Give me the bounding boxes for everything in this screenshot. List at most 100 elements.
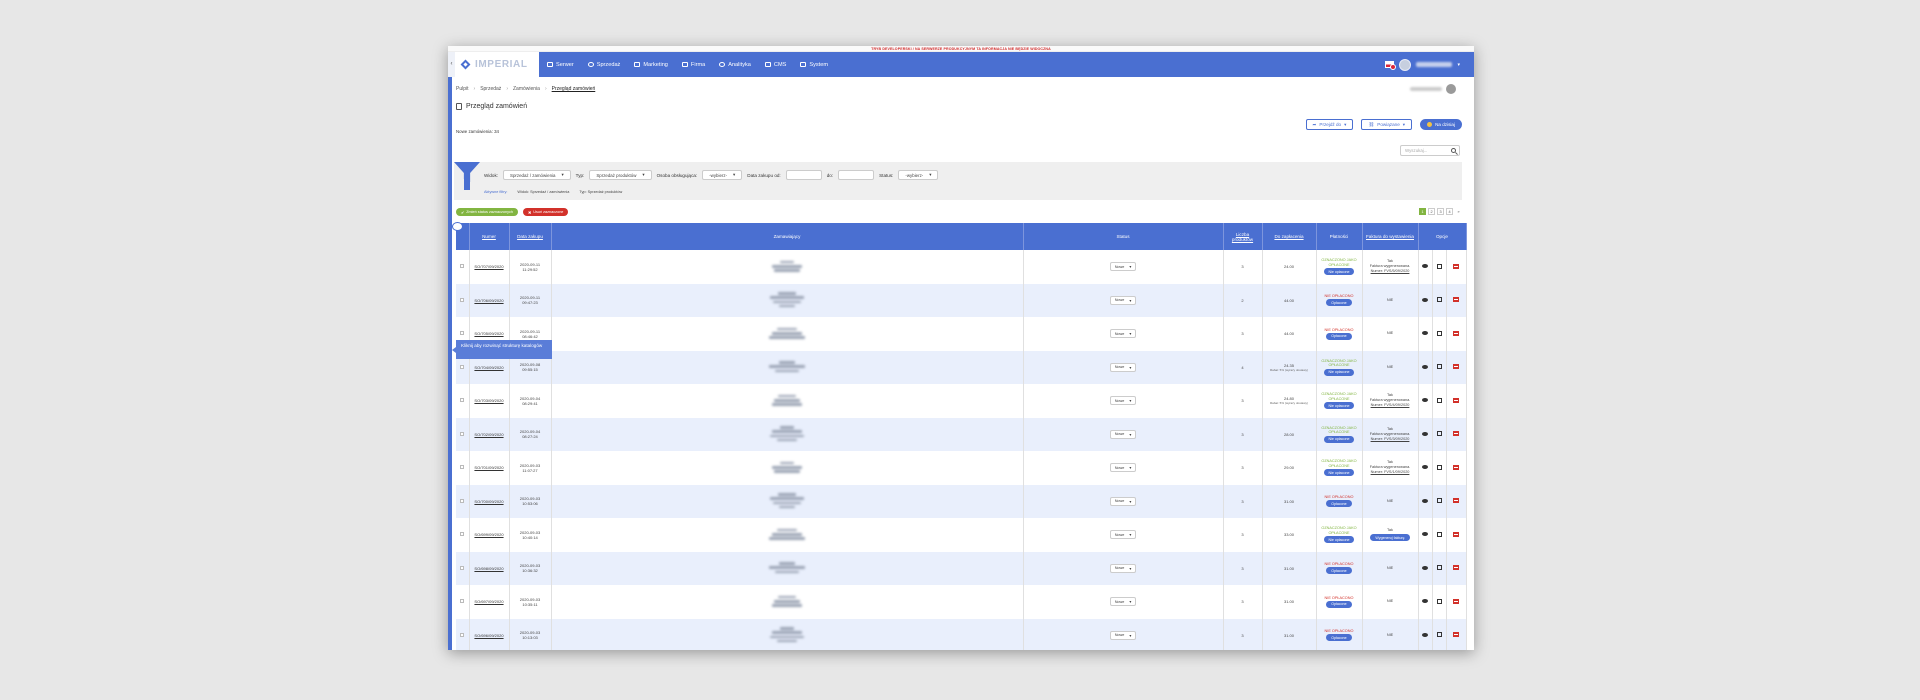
edit-icon[interactable] [1436,464,1442,470]
payment-toggle-button[interactable]: Nie opłacone [1323,268,1355,276]
order-number-link[interactable]: SO/706/09/2020 [474,298,503,303]
table-row[interactable]: SO/702/09/2020 2020-09-04 08:27:24 Nowe ▾ 3 28… [456,417,1467,451]
delete-selected-button[interactable]: ✖ Usuń zaznaczone [523,208,569,216]
edit-icon[interactable] [1436,330,1442,336]
delete-icon[interactable] [1453,297,1459,303]
payment-toggle-button[interactable]: Nie opłacone [1323,402,1355,410]
change-status-button[interactable]: ✔ Zmień status zaznaczonych [456,208,519,216]
table-row[interactable]: SO/699/09/2020 2020-09-03 10:40:14 Nowe ▾ 3 33… [456,518,1467,552]
row-checkbox[interactable] [460,331,465,336]
table-row[interactable]: SO/696/09/2020 2020-09-03 10:13:03 Nowe ▾ 3 31… [456,618,1467,650]
edit-icon[interactable] [1436,632,1442,638]
nav-item-marketing[interactable]: Marketing [627,52,675,77]
delete-icon[interactable] [1453,565,1459,571]
row-checkbox[interactable] [460,431,465,436]
table-row[interactable]: SO/700/09/2020 2020-09-03 10:53:06 Nowe ▾ 3 31… [456,484,1467,518]
breadcrumb-item[interactable]: Sprzedaż [480,86,501,92]
eye-icon[interactable] [1422,599,1428,604]
order-number-link[interactable]: SO/697/09/2020 [474,599,503,604]
status-select[interactable]: Nowe ▾ [1109,262,1137,272]
table-row[interactable]: SO/697/09/2020 2020-09-03 10:35:11 Nowe ▾ 3 31… [456,585,1467,619]
order-number-link[interactable]: SO/703/09/2020 [474,398,503,403]
invoice-number-link[interactable]: Numer: FVS/5/09/2020 [1365,269,1416,274]
payment-toggle-button[interactable]: Opłacone [1326,634,1352,642]
eye-icon[interactable] [1422,431,1428,436]
nav-item-sprzeda-[interactable]: Sprzedaż [581,52,628,77]
row-checkbox[interactable] [460,297,465,302]
eye-icon[interactable] [1422,264,1428,269]
order-number-link[interactable]: SO/702/09/2020 [474,432,503,437]
table-row[interactable]: SO/703/09/2020 2020-09-04 08:29:41 Nowe ▾ 3 24… [456,384,1467,418]
row-checkbox[interactable] [460,364,465,369]
status-select[interactable]: Nowe ▾ [1109,463,1137,473]
next-page-button[interactable]: » [1455,208,1462,215]
row-checkbox[interactable] [460,599,465,604]
row-checkbox[interactable] [460,264,465,269]
delete-icon[interactable] [1453,531,1459,537]
payment-toggle-button[interactable]: Opłacone [1326,600,1352,608]
delete-icon[interactable] [1453,498,1459,504]
payment-toggle-button[interactable]: Opłacone [1326,299,1352,307]
date-to-input[interactable] [838,170,875,180]
row-checkbox[interactable] [460,532,465,537]
header-to-pay[interactable]: Do zapłacenia [1262,223,1317,250]
order-number-link[interactable]: SO/698/09/2020 [474,566,503,571]
delete-icon[interactable] [1453,464,1459,470]
order-number-link[interactable]: SO/701/09/2020 [474,465,503,470]
search-icon[interactable] [1451,148,1456,153]
order-number-link[interactable]: SO/707/09/2020 [474,264,503,269]
row-checkbox[interactable] [460,498,465,503]
invoice-number-link[interactable]: Numer: FVS/3/09/2020 [1365,437,1416,442]
user-name-blurred[interactable] [1416,62,1453,67]
status-select[interactable]: Nowe ▾ [1109,295,1137,305]
edit-icon[interactable] [1436,498,1442,504]
delete-icon[interactable] [1453,397,1459,403]
edit-icon[interactable] [1436,297,1442,303]
page-button[interactable]: 3 [1437,208,1444,215]
logo[interactable]: IMPERIAL [455,52,539,77]
eye-icon[interactable] [1422,498,1428,503]
eye-icon[interactable] [1422,297,1428,302]
page-button[interactable]: 2 [1428,208,1435,215]
date-from-input[interactable] [785,170,822,180]
page-button[interactable]: 1 [1419,208,1426,215]
row-checkbox[interactable] [460,632,465,637]
status-filter-select[interactable]: -wybierz- ▾ [898,170,939,180]
eye-icon[interactable] [1422,364,1428,369]
row-checkbox[interactable] [460,565,465,570]
payment-toggle-button[interactable]: Nie opłacone [1323,469,1355,477]
payment-toggle-button[interactable]: Opłacone [1326,567,1352,575]
related-button[interactable]: ⛓ Powiązane ▾ [1361,119,1413,130]
status-select[interactable]: Nowe ▾ [1109,563,1137,573]
nav-item-cms[interactable]: CMS [758,52,793,77]
header-date[interactable]: Data zakupu [509,223,552,250]
payment-toggle-button[interactable]: Opłacone [1326,332,1352,340]
table-row[interactable]: SO/704/09/2020 2020-09-08 09:55:15 Nowe ▾ 4 24… [456,350,1467,384]
nav-item-serwer[interactable]: Serwer [540,52,581,77]
delete-icon[interactable] [1453,598,1459,604]
nav-item-analityka[interactable]: Analityka [712,52,758,77]
generate-invoice-button[interactable]: Wygeneruj fakturę [1370,534,1410,542]
chevron-down-icon[interactable]: ▾ [1457,62,1460,68]
edit-icon[interactable] [1436,263,1442,269]
status-select[interactable]: Nowe ▾ [1109,530,1137,540]
header-products[interactable]: Liczba produktów [1223,223,1263,250]
order-number-link[interactable]: SO/705/09/2020 [474,331,503,336]
row-checkbox[interactable] [460,398,465,403]
delete-icon[interactable] [1453,632,1459,638]
eye-icon[interactable] [1422,331,1428,336]
table-row[interactable]: SO/701/09/2020 2020-09-03 11:07:27 Nowe ▾ 3 29… [456,451,1467,485]
handler-filter-select[interactable]: -wybierz- ▾ [702,170,743,180]
user-avatar[interactable] [1399,58,1412,71]
eye-icon[interactable] [1422,532,1428,537]
user-avatar[interactable] [1446,84,1456,94]
breadcrumb-current[interactable]: Przegląd zamówień [552,86,596,92]
goto-button[interactable]: ➦ Przejdź do ▾ [1305,119,1354,130]
edit-icon[interactable] [1436,431,1442,437]
table-row[interactable]: SO/707/09/2020 2020-09-11 11:29:52 Nowe ▾ 3 24… [456,250,1467,284]
collapse-sidebar-button[interactable]: ‹ [448,52,455,77]
search-input[interactable]: Wyszukaj... [1400,145,1460,156]
delete-icon[interactable] [1453,330,1459,336]
header-number[interactable]: Numer [469,223,510,250]
status-select[interactable]: Nowe ▾ [1109,329,1137,339]
